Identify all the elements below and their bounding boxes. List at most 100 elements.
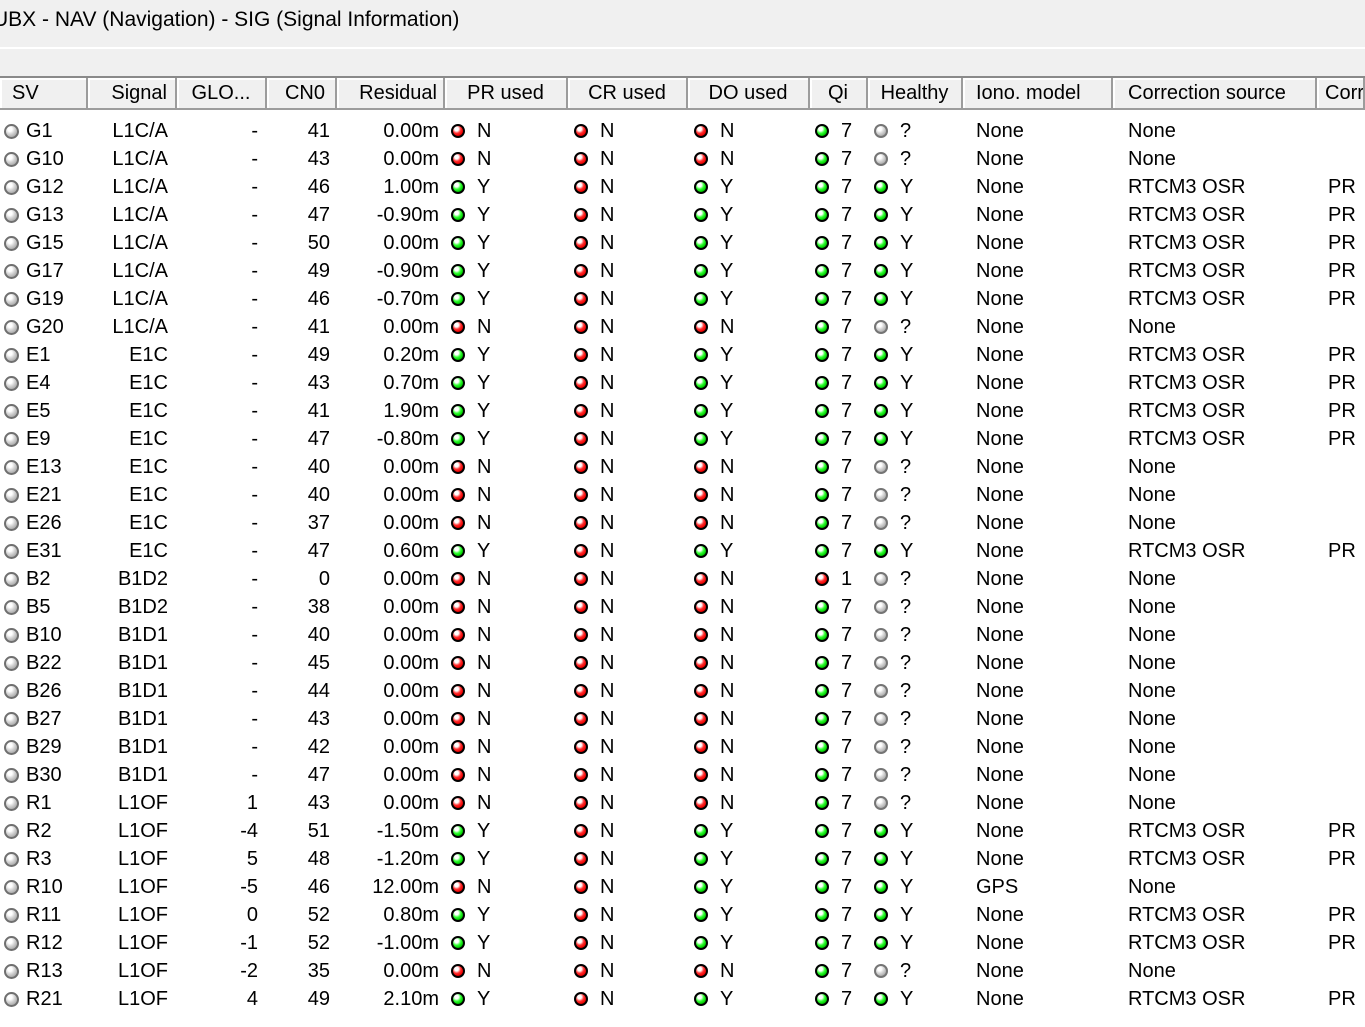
cr-used-value: N [600, 568, 614, 591]
table-row[interactable]: E4E1C-430.70mYNY7YNoneRTCM3 OSRPR [0, 369, 1365, 397]
column-header-residual[interactable]: Residual [337, 78, 445, 110]
column-header-iono-model[interactable]: Iono. model [963, 78, 1113, 110]
iono-model-value: None [976, 288, 1024, 311]
do-used-led [694, 964, 708, 978]
table-row[interactable]: E13E1C-400.00mNNN7?NoneNone [0, 453, 1365, 481]
healthy-cell: Y [868, 873, 963, 901]
signal-cell: L1C/A [88, 117, 177, 145]
table-row[interactable]: B30B1D1-470.00mNNN7?NoneNone [0, 761, 1365, 789]
do-used-led [694, 740, 708, 754]
table-row[interactable]: E5E1C-411.90mYNY7YNoneRTCM3 OSRPR [0, 397, 1365, 425]
table-row[interactable]: G1L1C/A-410.00mNNN7?NoneNone [0, 117, 1365, 145]
sv-id: R21 [26, 988, 63, 1011]
column-header-sv[interactable]: SV [0, 78, 88, 110]
cr-used-value: N [600, 176, 614, 199]
column-header-do-used[interactable]: DO used [688, 78, 810, 110]
sv-id: R13 [26, 960, 63, 983]
pr-used-cell: N [445, 593, 568, 621]
column-header-glonass-freq[interactable]: GLO... [177, 78, 267, 110]
residual-value: 0.00m [383, 120, 439, 143]
residual-cell: 0.00m [337, 565, 445, 593]
column-header-qi[interactable]: Qi [810, 78, 868, 110]
table-row[interactable]: R2L1OF-451-1.50mYNY7YNoneRTCM3 OSRPR [0, 817, 1365, 845]
column-header-correction-source[interactable]: Correction source [1113, 78, 1317, 110]
signal-cell: L1OF [88, 985, 177, 1013]
sv-id: B26 [26, 680, 62, 703]
do-used-led [694, 460, 708, 474]
correction-flags-cell: PR [1317, 341, 1365, 369]
residual-cell: 0.00m [337, 117, 445, 145]
correction-source-value: RTCM3 OSR [1128, 932, 1245, 955]
residual-value: 0.00m [383, 456, 439, 479]
column-header-cn0[interactable]: CN0 [267, 78, 337, 110]
sv-id: G1 [26, 120, 53, 143]
sv-cell: E26 [0, 509, 88, 537]
signal-value: B1D1 [118, 736, 168, 759]
table-row[interactable]: G19L1C/A-46-0.70mYNY7YNoneRTCM3 OSRPR [0, 285, 1365, 313]
table-row[interactable]: G15L1C/A-500.00mYNY7YNoneRTCM3 OSRPR [0, 229, 1365, 257]
cr-used-led [574, 768, 588, 782]
table-row[interactable]: B29B1D1-420.00mNNN7?NoneNone [0, 733, 1365, 761]
table-row[interactable]: G13L1C/A-47-0.90mYNY7YNoneRTCM3 OSRPR [0, 201, 1365, 229]
correction-flags-cell [1317, 117, 1365, 145]
cn0-value: 0 [319, 568, 330, 591]
column-header-cr-used[interactable]: CR used [568, 78, 688, 110]
sv-cell: B10 [0, 621, 88, 649]
cr-used-cell: N [568, 201, 688, 229]
table-row[interactable]: B22B1D1-450.00mNNN7?NoneNone [0, 649, 1365, 677]
residual-value: 0.00m [383, 652, 439, 675]
table-row[interactable]: G12L1C/A-461.00mYNY7YNoneRTCM3 OSRPR [0, 173, 1365, 201]
pr-used-value: N [477, 736, 491, 759]
table-row[interactable]: R10L1OF-54612.00mNNY7YGPSNone [0, 873, 1365, 901]
correction-source-value: None [1128, 484, 1176, 507]
cr-used-cell: N [568, 453, 688, 481]
column-header-signal[interactable]: Signal [88, 78, 177, 110]
table-row[interactable]: E26E1C-370.00mNNN7?NoneNone [0, 509, 1365, 537]
healthy-value: Y [900, 176, 913, 199]
column-header-correction-flags[interactable]: Corr [1317, 78, 1365, 110]
correction-source-value: RTCM3 OSR [1128, 848, 1245, 871]
glonass-freq-value: - [251, 484, 258, 507]
pr-used-value: N [477, 680, 491, 703]
table-row[interactable]: B27B1D1-430.00mNNN7?NoneNone [0, 705, 1365, 733]
table-row[interactable]: R21L1OF4492.10mYNY7YNoneRTCM3 OSRPR [0, 985, 1365, 1013]
qi-value: 7 [841, 428, 852, 451]
table-row[interactable]: G20L1C/A-410.00mNNN7?NoneNone [0, 313, 1365, 341]
column-header-healthy[interactable]: Healthy [868, 78, 963, 110]
table-row[interactable]: R1L1OF1430.00mNNN7?NoneNone [0, 789, 1365, 817]
table-row[interactable]: R13L1OF-2350.00mNNN7?NoneNone [0, 957, 1365, 985]
healthy-value: Y [900, 428, 913, 451]
cn0-value: 51 [308, 820, 330, 843]
table-row[interactable]: R12L1OF-152-1.00mYNY7YNoneRTCM3 OSRPR [0, 929, 1365, 957]
cr-used-cell: N [568, 845, 688, 873]
table-row[interactable]: E31E1C-470.60mYNY7YNoneRTCM3 OSRPR [0, 537, 1365, 565]
column-header-pr-used[interactable]: PR used [445, 78, 568, 110]
table-row[interactable]: R3L1OF548-1.20mYNY7YNoneRTCM3 OSRPR [0, 845, 1365, 873]
pr-used-cell: Y [445, 341, 568, 369]
iono-model-cell: None [963, 145, 1113, 173]
pr-used-value: Y [477, 820, 490, 843]
cr-used-value: N [600, 652, 614, 675]
table-row[interactable]: G17L1C/A-49-0.90mYNY7YNoneRTCM3 OSRPR [0, 257, 1365, 285]
table-row[interactable]: B2B1D2-00.00mNNN1?NoneNone [0, 565, 1365, 593]
table-row[interactable]: E1E1C-490.20mYNY7YNoneRTCM3 OSRPR [0, 341, 1365, 369]
healthy-value: Y [900, 372, 913, 395]
table-row[interactable]: G10L1C/A-430.00mNNN7?NoneNone [0, 145, 1365, 173]
table-row[interactable]: R11L1OF0520.80mYNY7YNoneRTCM3 OSRPR [0, 901, 1365, 929]
correction-flags-value: PR [1328, 932, 1356, 955]
do-used-cell: N [688, 733, 810, 761]
cr-used-led [574, 964, 588, 978]
sv-id: E4 [26, 372, 50, 395]
cr-used-led [574, 460, 588, 474]
do-used-cell: Y [688, 201, 810, 229]
table-row[interactable]: E21E1C-400.00mNNN7?NoneNone [0, 481, 1365, 509]
healthy-value: ? [900, 792, 911, 815]
cn0-value: 40 [308, 456, 330, 479]
table-row[interactable]: E9E1C-47-0.80mYNY7YNoneRTCM3 OSRPR [0, 425, 1365, 453]
cr-used-led [574, 432, 588, 446]
table-row[interactable]: B5B1D2-380.00mNNN7?NoneNone [0, 593, 1365, 621]
table-row[interactable]: B10B1D1-400.00mNNN7?NoneNone [0, 621, 1365, 649]
iono-model-cell: None [963, 621, 1113, 649]
table-row[interactable]: B26B1D1-440.00mNNN7?NoneNone [0, 677, 1365, 705]
correction-flags-cell [1317, 873, 1365, 901]
